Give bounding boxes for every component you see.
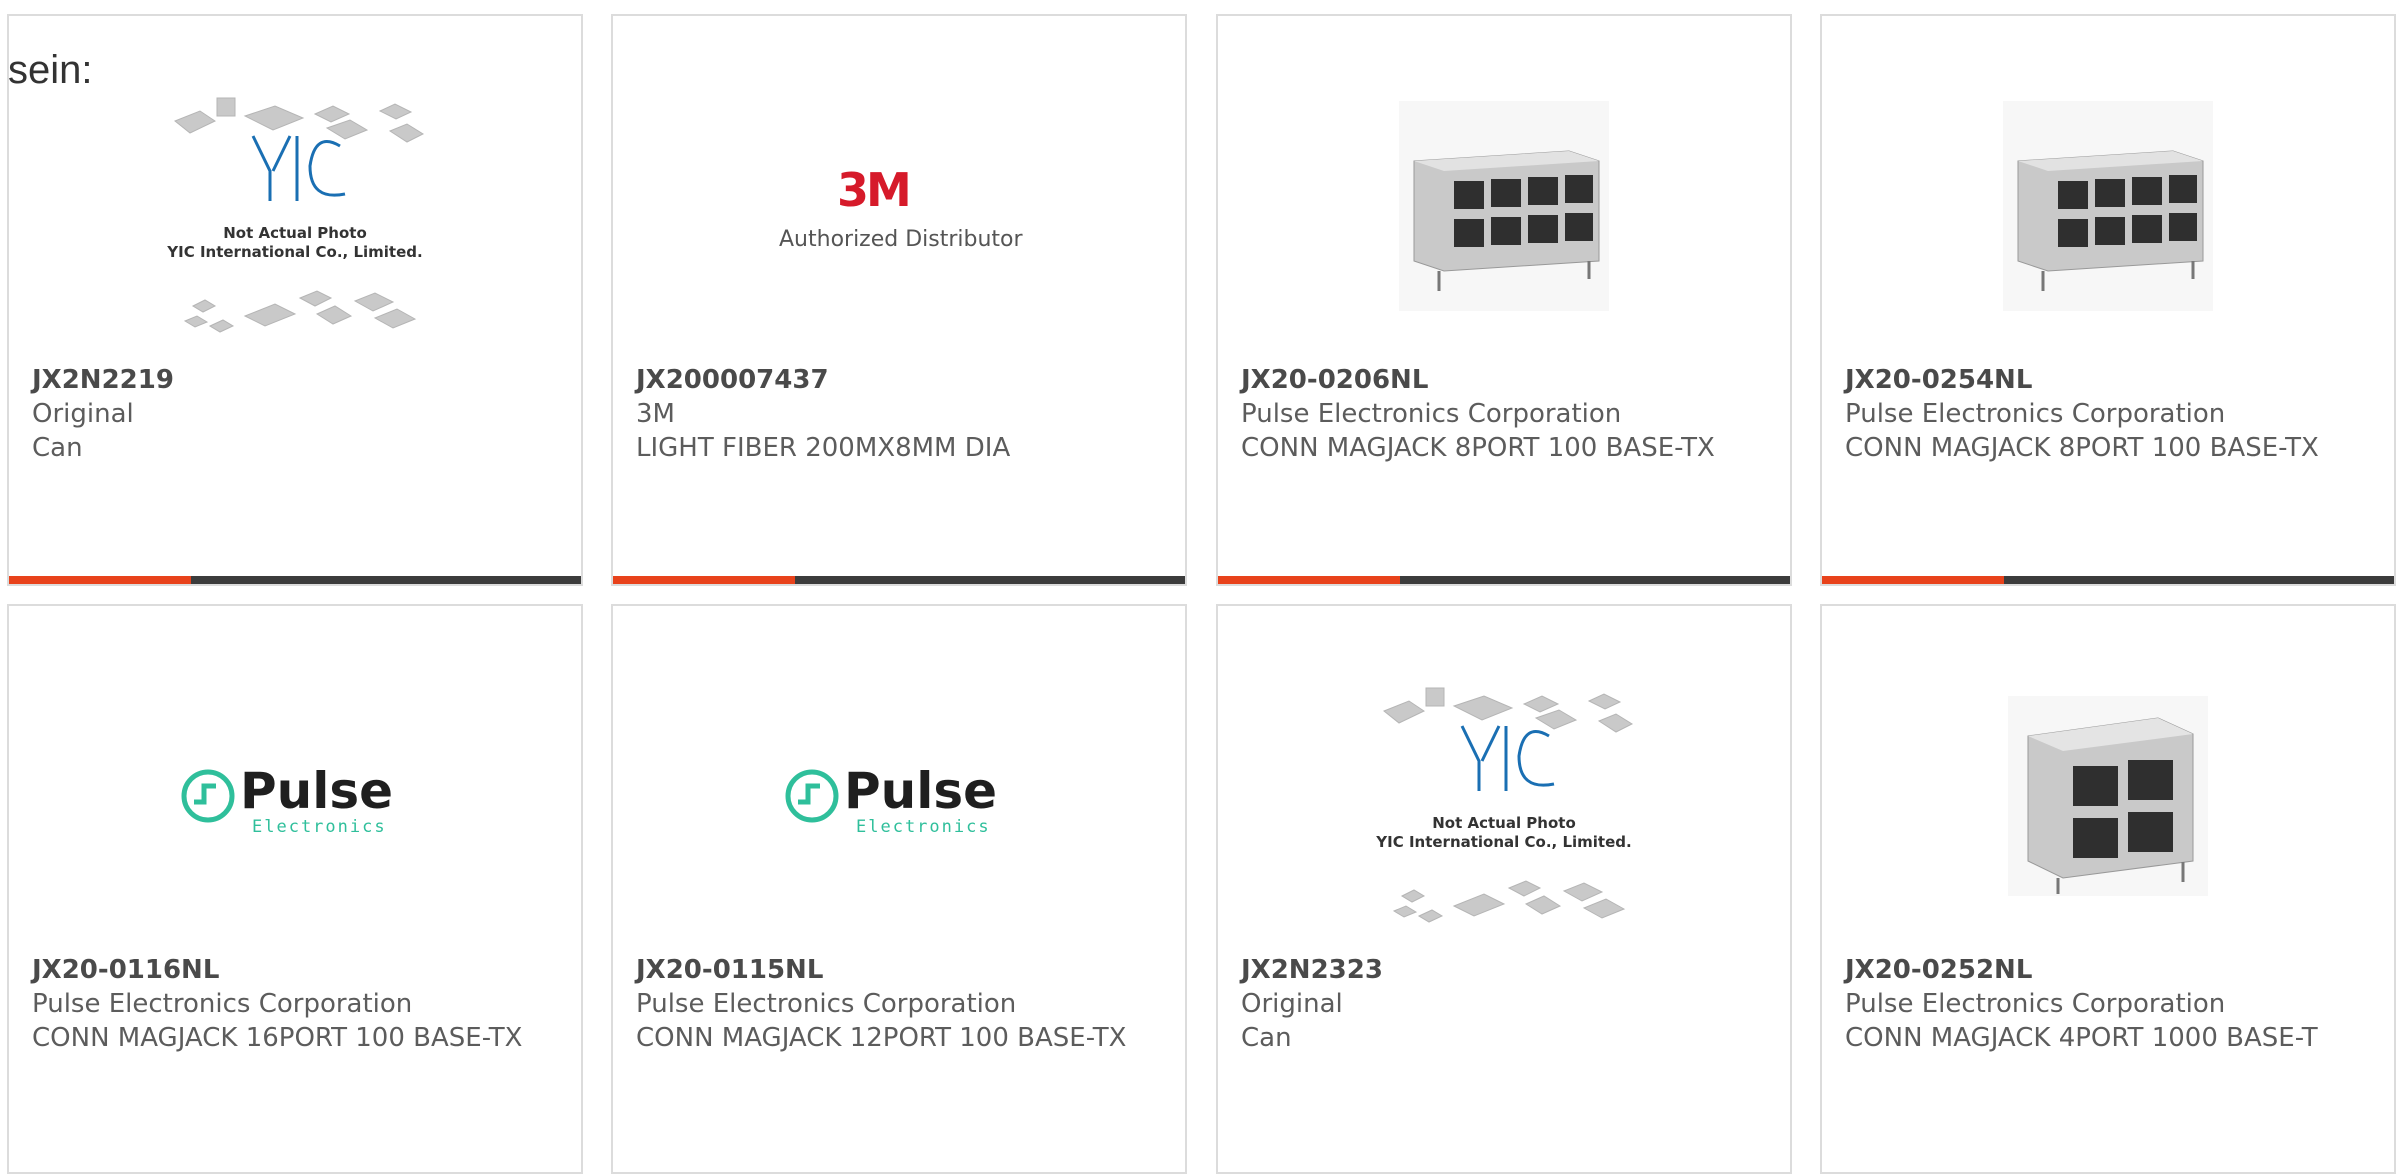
description: Can: [1241, 1023, 1292, 1053]
manufacturer: Pulse Electronics Corporation: [1845, 989, 2226, 1019]
part-number[interactable]: JX2N2323: [1241, 953, 1770, 987]
part-number[interactable]: JX20-0116NL: [32, 953, 561, 987]
product-card[interactable]: JX20-0252NL Pulse Electronics Corporatio…: [1820, 604, 2396, 1174]
product-card[interactable]: Not Actual Photo YIC International Co., …: [1216, 604, 1792, 1174]
part-number[interactable]: JX20-0254NL: [1845, 363, 2374, 397]
product-card[interactable]: 3M Authorized Distributor JX200007437 3M…: [611, 14, 1187, 586]
description: CONN MAGJACK 16PORT 100 BASE-TX: [32, 1023, 523, 1053]
photo-caption: Not Actual Photo: [1432, 814, 1576, 832]
card-bar: [9, 576, 581, 584]
card-bar: [1218, 576, 1790, 584]
part-number[interactable]: JX20-0206NL: [1241, 363, 1770, 397]
card-bar: [613, 576, 1185, 584]
product-card[interactable]: Pulse Electronics JX20-0116NL Pulse Elec…: [7, 604, 583, 1174]
description: CONN MAGJACK 8PORT 100 BASE-TX: [1845, 433, 2319, 463]
manufacturer: Original: [1241, 989, 1343, 1019]
card-bar: [1822, 576, 2394, 584]
product-card[interactable]: JX20-0206NL Pulse Electronics Corporatio…: [1216, 14, 1792, 586]
pulse-logo-sub: Electronics: [856, 817, 991, 837]
product-image[interactable]: Not Actual Photo YIC International Co., …: [1218, 646, 1790, 946]
pulse-logo-sub: Electronics: [252, 817, 387, 837]
product-image[interactable]: [1218, 56, 1790, 356]
product-card[interactable]: Not Actual Photo YIC International Co., …: [7, 14, 583, 586]
part-number[interactable]: JX2N2219: [32, 363, 561, 397]
pulse-logo: Pulse: [844, 762, 997, 820]
description: LIGHT FIBER 200MX8MM DIA: [636, 433, 1011, 463]
part-number[interactable]: JX20-0115NL: [636, 953, 1165, 987]
part-number[interactable]: JX200007437: [636, 363, 1165, 397]
part-number[interactable]: JX20-0252NL: [1845, 953, 2374, 987]
pulse-logo: Pulse: [240, 762, 393, 820]
product-image[interactable]: Pulse Electronics: [9, 646, 581, 946]
manufacturer: Pulse Electronics Corporation: [1241, 399, 1622, 429]
product-image[interactable]: [1822, 56, 2394, 356]
product-card[interactable]: Pulse Electronics JX20-0115NL Pulse Elec…: [611, 604, 1187, 1174]
manufacturer: 3M: [636, 399, 675, 429]
manufacturer: Original: [32, 399, 134, 429]
3m-logo: 3M: [837, 163, 909, 217]
photo-caption: YIC International Co., Limited.: [166, 243, 422, 261]
photo-caption: Not Actual Photo: [223, 224, 367, 242]
product-image[interactable]: Pulse Electronics: [613, 646, 1185, 946]
intro-text: sein:: [8, 48, 93, 92]
product-card[interactable]: JX20-0254NL Pulse Electronics Corporatio…: [1820, 14, 2396, 586]
photo-caption: YIC International Co., Limited.: [1375, 833, 1631, 851]
manufacturer: Pulse Electronics Corporation: [636, 989, 1017, 1019]
product-image[interactable]: [1822, 646, 2394, 946]
description: CONN MAGJACK 12PORT 100 BASE-TX: [636, 1023, 1127, 1053]
manufacturer: Pulse Electronics Corporation: [1845, 399, 2226, 429]
product-image[interactable]: Not Actual Photo YIC International Co., …: [9, 56, 581, 356]
description: Can: [32, 433, 83, 463]
manufacturer: Pulse Electronics Corporation: [32, 989, 413, 1019]
distributor-label: Authorized Distributor: [779, 227, 1024, 252]
product-image[interactable]: 3M Authorized Distributor: [613, 56, 1185, 356]
description: CONN MAGJACK 4PORT 1000 BASE-T: [1845, 1023, 2318, 1053]
description: CONN MAGJACK 8PORT 100 BASE-TX: [1241, 433, 1715, 463]
